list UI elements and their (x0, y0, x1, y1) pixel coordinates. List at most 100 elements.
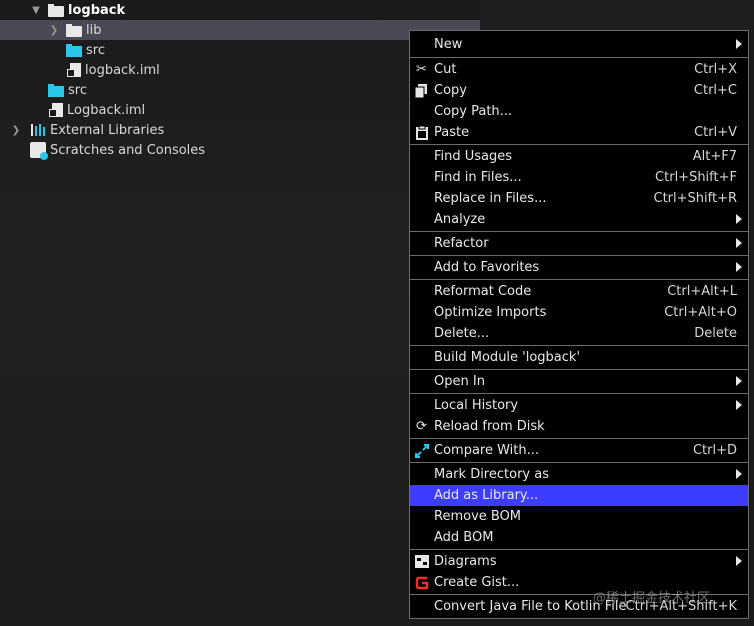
menu-item-label: Build Module 'logback' (434, 350, 581, 365)
menu-item-local-history[interactable]: Local History (410, 395, 748, 416)
menu-item-compare-with[interactable]: Compare With... Ctrl+D (410, 440, 748, 461)
menu-item-analyze[interactable]: Analyze (410, 209, 748, 230)
menu-item-label: Add to Favorites (434, 260, 540, 275)
menu-item-shortcut: Ctrl+C (693, 83, 737, 98)
menu-item-label: Add as Library... (434, 488, 539, 503)
menu-item-label: Delete... (434, 326, 490, 341)
menu-item-label: Copy (434, 83, 467, 98)
tree-node-logback-iml-root[interactable]: Logback.iml (0, 100, 480, 120)
copy-icon (414, 83, 429, 98)
menu-item-label: Find in Files... (434, 170, 522, 185)
menu-item-copy[interactable]: Copy Ctrl+C (410, 80, 748, 101)
menu-item-shortcut: Ctrl+D (692, 443, 737, 458)
menu-separator (410, 231, 748, 232)
submenu-arrow-icon (736, 39, 742, 49)
menu-item-replace-in-files[interactable]: Replace in Files... Ctrl+Shift+R (410, 188, 748, 209)
menu-separator (410, 369, 748, 370)
menu-item-label: Copy Path... (434, 104, 513, 119)
submenu-arrow-icon (736, 376, 742, 386)
chevron-right-icon[interactable]: ❯ (10, 120, 22, 140)
menu-item-find-usages[interactable]: Find Usages Alt+F7 (410, 146, 748, 167)
menu-item-label: Reformat Code (434, 284, 532, 299)
menu-item-remove-bom[interactable]: Remove BOM (410, 506, 748, 527)
scratches-icon (30, 142, 48, 160)
scissors-icon: ✂ (416, 62, 427, 77)
chevron-down-icon[interactable]: ▼ (30, 0, 42, 20)
menu-item-shortcut: Ctrl+V (694, 125, 737, 140)
submenu-arrow-icon (736, 400, 742, 410)
menu-item-label: Compare With... (434, 443, 540, 458)
menu-item-cut[interactable]: ✂ Cut Ctrl+X (410, 59, 748, 80)
tree-node-external-libraries[interactable]: ❯ External Libraries (0, 120, 480, 140)
clipboard-icon (414, 125, 429, 140)
submenu-arrow-icon (736, 238, 742, 248)
ide-window: ▼ logback ❯ lib src logback.iml src Logb… (0, 0, 754, 626)
chevron-right-icon[interactable]: ❯ (48, 20, 60, 40)
tree-node-label: logback.iml (85, 62, 160, 78)
submenu-arrow-icon (736, 214, 742, 224)
folder-icon (48, 4, 64, 17)
menu-separator (410, 462, 748, 463)
menu-separator (410, 438, 748, 439)
submenu-arrow-icon (736, 556, 742, 566)
tree-node-scratches[interactable]: Scratches and Consoles (0, 140, 480, 160)
menu-separator (410, 549, 748, 550)
menu-item-reload-from-disk[interactable]: ⟳ Reload from Disk (410, 416, 748, 437)
menu-separator (410, 279, 748, 280)
menu-item-new[interactable]: New (410, 34, 748, 55)
menu-item-label: Diagrams (434, 554, 497, 569)
tree-node-lib[interactable]: ❯ lib (0, 20, 480, 40)
menu-item-find-in-files[interactable]: Find in Files... Ctrl+Shift+F (410, 167, 748, 188)
menu-item-reformat-code[interactable]: Reformat Code Ctrl+Alt+L (410, 281, 748, 302)
menu-item-shortcut: Ctrl+Alt+O (664, 305, 737, 320)
tree-node-src[interactable]: src (0, 40, 480, 60)
source-folder-icon (48, 84, 64, 97)
menu-item-add-as-library[interactable]: Add as Library... (410, 485, 748, 506)
tree-node-src-root[interactable]: src (0, 80, 480, 100)
source-folder-icon (66, 44, 82, 57)
module-file-icon (67, 63, 81, 77)
menu-item-delete[interactable]: Delete... Delete (410, 323, 748, 344)
gist-icon (414, 575, 429, 590)
module-file-icon (49, 103, 63, 117)
tree-node-logback[interactable]: ▼ logback (0, 0, 480, 20)
tree-node-label: Logback.iml (67, 102, 146, 118)
menu-item-add-bom[interactable]: Add BOM (410, 527, 748, 548)
menu-separator (410, 345, 748, 346)
menu-item-refactor[interactable]: Refactor (410, 233, 748, 254)
menu-item-label: Analyze (434, 212, 486, 227)
menu-item-add-to-favorites[interactable]: Add to Favorites (410, 257, 748, 278)
menu-item-shortcut: Ctrl+Shift+R (653, 191, 738, 206)
menu-item-shortcut: Ctrl+Alt+L (667, 284, 737, 299)
menu-item-diagrams[interactable]: Diagrams (410, 551, 748, 572)
menu-item-label: Remove BOM (434, 509, 522, 524)
compare-icon (414, 443, 429, 458)
menu-item-label: Paste (434, 125, 470, 140)
context-menu: New ✂ Cut Ctrl+X Copy Ctrl+C Copy Path..… (409, 30, 749, 619)
menu-item-build-module[interactable]: Build Module 'logback' (410, 347, 748, 368)
menu-item-copy-path[interactable]: Copy Path... (410, 101, 748, 122)
menu-item-shortcut: Ctrl+Shift+F (655, 170, 737, 185)
menu-separator (410, 144, 748, 145)
menu-item-paste[interactable]: Paste Ctrl+V (410, 122, 748, 143)
editor-tab-strip (480, 0, 754, 30)
menu-item-label: Reload from Disk (434, 419, 545, 434)
menu-item-open-in[interactable]: Open In (410, 371, 748, 392)
folder-icon (66, 24, 82, 37)
menu-item-mark-directory-as[interactable]: Mark Directory as (410, 464, 748, 485)
menu-item-label: Add BOM (434, 530, 494, 545)
tree-node-label: External Libraries (50, 122, 165, 138)
tree-node-logback-iml[interactable]: logback.iml (0, 60, 480, 80)
menu-separator (410, 255, 748, 256)
menu-item-optimize-imports[interactable]: Optimize Imports Ctrl+Alt+O (410, 302, 748, 323)
reload-icon: ⟳ (416, 419, 427, 434)
menu-item-label: Find Usages (434, 149, 513, 164)
submenu-arrow-icon (736, 262, 742, 272)
diagram-icon (414, 554, 429, 569)
menu-item-label: Refactor (434, 236, 489, 251)
menu-item-shortcut: Delete (694, 326, 737, 341)
menu-item-shortcut: Ctrl+X (694, 62, 737, 77)
menu-item-label: Optimize Imports (434, 305, 547, 320)
menu-item-shortcut: Alt+F7 (692, 149, 737, 164)
menu-item-label: Mark Directory as (434, 467, 549, 482)
